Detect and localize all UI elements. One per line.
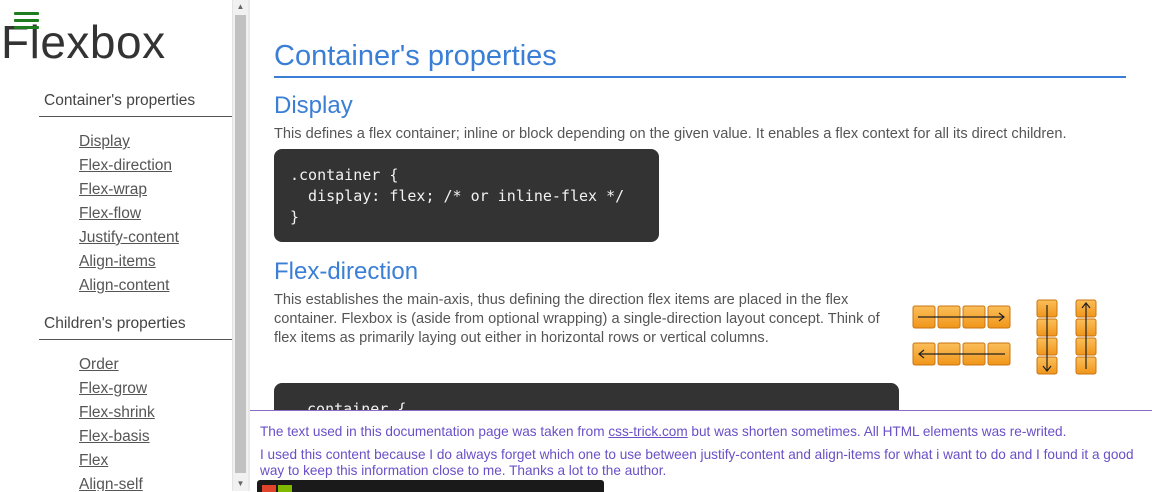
footer-credits: The text used in this documentation page… xyxy=(250,410,1152,492)
sidebar: Flexbox Container's properties Display F… xyxy=(0,0,232,491)
display-code-block: .container { display: flex; /* or inline… xyxy=(274,149,659,242)
nav-link-align-items[interactable]: Align-items xyxy=(79,253,156,270)
nav-link-flex-wrap[interactable]: Flex-wrap xyxy=(79,181,147,198)
nav-link-justify-content[interactable]: Justify-content xyxy=(79,229,179,246)
flex-direction-diagram xyxy=(912,299,1097,375)
nav-link-flex-shrink[interactable]: Flex-shrink xyxy=(79,404,155,421)
section-title-display: Display xyxy=(274,92,353,119)
nav-link-align-content[interactable]: Align-content xyxy=(79,277,169,294)
section-title-flex-direction: Flex-direction xyxy=(274,258,419,285)
hamburger-menu-icon[interactable] xyxy=(14,12,39,32)
scroll-up-arrow-icon[interactable]: ▲ xyxy=(233,0,248,14)
flex-direction-code-block: .container { xyxy=(274,383,899,411)
children-nav-list: Order Flex-grow Flex-shrink Flex-basis F… xyxy=(79,354,155,491)
nav-heading-container: Container's properties xyxy=(39,92,232,117)
taskbar-preview xyxy=(257,480,604,492)
footer-text-after: but was shorten sometimes. All HTML elem… xyxy=(687,424,1067,439)
nav-link-display[interactable]: Display xyxy=(79,133,130,150)
main-content: Container's properties Display This defi… xyxy=(250,0,1152,411)
footer-text-before: The text used in this documentation page… xyxy=(260,424,609,439)
sidebar-scrollbar[interactable]: ▲ ▼ xyxy=(232,0,248,491)
footer-credit-line: The text used in this documentation page… xyxy=(260,424,1066,440)
scrollbar-thumb[interactable] xyxy=(235,15,246,473)
page-title: Container's properties xyxy=(274,38,1126,78)
source-link[interactable]: css-trick.com xyxy=(608,424,687,439)
nav-link-align-self[interactable]: Align-self xyxy=(79,476,143,491)
container-nav-list: Display Flex-direction Flex-wrap Flex-fl… xyxy=(79,131,179,299)
nav-heading-children: Children's properties xyxy=(39,315,232,340)
nav-link-order[interactable]: Order xyxy=(79,356,119,373)
footer-note: I used this content because I do always … xyxy=(260,447,1134,478)
nav-link-flex-basis[interactable]: Flex-basis xyxy=(79,428,150,445)
scroll-down-arrow-icon[interactable]: ▼ xyxy=(233,477,248,491)
nav-link-flex-flow[interactable]: Flex-flow xyxy=(79,205,141,222)
nav-link-flex[interactable]: Flex xyxy=(79,452,108,469)
nav-link-flex-direction[interactable]: Flex-direction xyxy=(79,157,172,174)
flex-direction-description: This establishes the main-axis, thus def… xyxy=(274,292,880,346)
display-description: This defines a flex container; inline or… xyxy=(274,126,1067,142)
nav-link-flex-grow[interactable]: Flex-grow xyxy=(79,380,147,397)
